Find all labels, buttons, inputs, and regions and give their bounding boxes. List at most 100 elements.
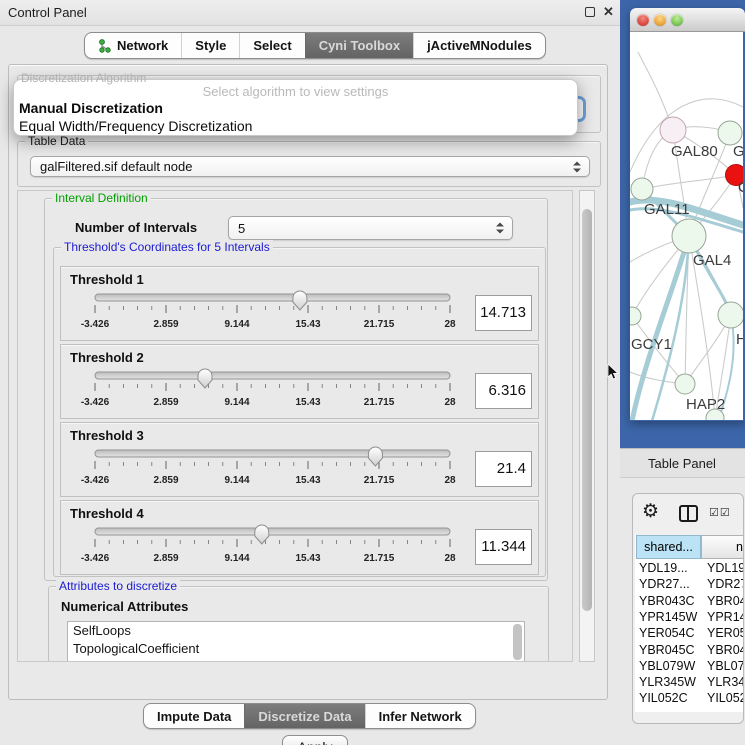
table-data-group-label: Table Data bbox=[25, 134, 88, 149]
settings-scrollbar-thumb[interactable] bbox=[582, 209, 592, 611]
threshold-panel-2: Threshold 26.316-3.4262.8599.14415.4321.… bbox=[60, 344, 539, 419]
table-row[interactable]: YDL19...YDL19... bbox=[636, 560, 744, 577]
algorithm-popup-placeholder: Select algorithm to view settings bbox=[14, 84, 577, 99]
tab-impute-data[interactable]: Impute Data bbox=[144, 704, 244, 728]
algorithm-option-1[interactable]: Manual Discretization bbox=[18, 99, 573, 117]
number-of-intervals-select[interactable]: 5 bbox=[228, 216, 513, 240]
threshold-panel-4: Threshold 411.344-3.4262.8599.14415.4321… bbox=[60, 500, 539, 575]
column-header-name[interactable]: name bbox=[701, 535, 744, 559]
table-row[interactable]: YBL079W YBL079W bbox=[636, 658, 744, 675]
control-panel-titlebar: Control Panel ✕ bbox=[0, 0, 620, 26]
tab-infer-network[interactable]: Infer Network bbox=[365, 704, 475, 728]
svg-text:15.43: 15.43 bbox=[295, 397, 320, 408]
network-node-pink[interactable] bbox=[660, 117, 686, 143]
svg-text:28: 28 bbox=[444, 553, 456, 564]
minimize-traffic-light[interactable] bbox=[654, 14, 666, 26]
algorithm-popup: Select algorithm to view settings Manual… bbox=[13, 79, 578, 136]
tab-label: Discretize Data bbox=[258, 709, 351, 724]
threshold-slider[interactable]: -3.4262.8599.14415.4321.71528 bbox=[61, 289, 540, 339]
network-window-titlebar[interactable] bbox=[630, 8, 745, 32]
interval-definition-label: Interval Definition bbox=[52, 191, 151, 206]
svg-text:21.715: 21.715 bbox=[364, 319, 395, 330]
cyni-toolbox-panel: Table Data galFiltered.sif default node … bbox=[8, 64, 608, 700]
attribute-item[interactable]: BetweennessCentrality bbox=[68, 658, 524, 662]
network-node-green[interactable] bbox=[675, 374, 695, 394]
table-row[interactable]: YBR043C YBR043C bbox=[636, 593, 744, 610]
table-row[interactable]: YDR27...YDR27... bbox=[636, 576, 744, 593]
split-columns-icon[interactable] bbox=[679, 505, 698, 522]
zoom-traffic-light[interactable] bbox=[671, 14, 683, 26]
svg-text:28: 28 bbox=[444, 397, 456, 408]
network-node-green[interactable] bbox=[718, 302, 743, 328]
threshold-label: Threshold 1 bbox=[70, 272, 144, 287]
svg-text:9.144: 9.144 bbox=[224, 475, 249, 486]
node-label: HAP2 bbox=[686, 396, 725, 413]
network-node-green[interactable] bbox=[631, 178, 653, 200]
threshold-slider[interactable]: -3.4262.8599.14415.4321.71528 bbox=[61, 523, 540, 573]
cell-shared-name: YBL079W bbox=[639, 659, 700, 673]
tab-label: Cyni Toolbox bbox=[319, 38, 400, 53]
table-row[interactable]: YIL052CYIL052C bbox=[636, 690, 744, 707]
svg-text:2.859: 2.859 bbox=[153, 553, 178, 564]
cell-name: YDL19... bbox=[707, 561, 744, 575]
svg-text:21.715: 21.715 bbox=[364, 475, 395, 486]
list-scrollbar[interactable] bbox=[513, 624, 522, 660]
tab-label: Style bbox=[195, 38, 226, 53]
tab-select[interactable]: Select bbox=[239, 33, 304, 58]
svg-text:2.859: 2.859 bbox=[153, 475, 178, 486]
svg-text:-3.426: -3.426 bbox=[81, 553, 110, 564]
tab-discretize-data[interactable]: Discretize Data bbox=[244, 704, 364, 728]
threshold-slider[interactable]: -3.426 2.859 9.144 15.43 21.715 28 bbox=[61, 445, 540, 495]
mouse-cursor bbox=[607, 364, 620, 383]
network-node-green[interactable] bbox=[672, 219, 706, 253]
node-label: GAL80 bbox=[671, 143, 718, 160]
attribute-item[interactable]: SelfLoops bbox=[68, 622, 524, 640]
network-node-green[interactable] bbox=[718, 121, 742, 145]
settings-scrollbar[interactable] bbox=[579, 190, 595, 662]
close-icon[interactable]: ✕ bbox=[603, 4, 614, 20]
cell-name: YBL079W bbox=[707, 659, 744, 673]
numerical-attributes-list[interactable]: SelfLoopsTopologicalCoefficientBetweenne… bbox=[67, 621, 525, 662]
table-data-select[interactable]: galFiltered.sif default node bbox=[30, 156, 590, 177]
svg-text:28: 28 bbox=[444, 475, 456, 486]
node-label: GAL11 bbox=[644, 201, 690, 218]
close-traffic-light[interactable] bbox=[637, 14, 649, 26]
number-of-intervals-value: 5 bbox=[238, 221, 245, 236]
column-header-shared-name[interactable]: shared... bbox=[636, 535, 701, 559]
tab-style[interactable]: Style bbox=[181, 33, 239, 58]
cell-shared-name: YBR043C bbox=[639, 594, 700, 608]
network-window[interactable]: GAL80GCGAL11GAL4GCY1HHAP2 bbox=[630, 8, 745, 421]
tab-label: Infer Network bbox=[379, 709, 462, 724]
thresholds-group-label: Threshold's Coordinates for 5 Intervals bbox=[61, 240, 273, 255]
table-row[interactable]: YER054CYER054C bbox=[636, 625, 744, 642]
network-icon bbox=[98, 39, 111, 53]
float-window-icon[interactable] bbox=[585, 7, 595, 17]
cell-name: YLR345W bbox=[707, 675, 744, 689]
tab-jactivemnodules[interactable]: jActiveMNodules bbox=[413, 33, 545, 58]
panel-title: Control Panel bbox=[8, 5, 87, 20]
table-row[interactable]: YBR045CYBR045C bbox=[636, 642, 744, 659]
network-edge bbox=[642, 175, 736, 189]
attributes-group: Attributes to discretize Numerical Attri… bbox=[48, 586, 549, 662]
threshold-slider[interactable]: -3.4262.8599.14415.4321.71528 bbox=[61, 367, 540, 417]
thresholds-group: Threshold's Coordinates for 5 Intervals … bbox=[53, 247, 546, 577]
table-row[interactable]: YPR145WYPR145W bbox=[636, 609, 744, 626]
svg-text:15.43: 15.43 bbox=[295, 475, 320, 486]
attribute-item[interactable]: TopologicalCoefficient bbox=[68, 640, 524, 658]
network-canvas[interactable]: GAL80GCGAL11GAL4GCY1HHAP2 bbox=[630, 32, 743, 420]
algorithm-option-2[interactable]: Equal Width/Frequency Discretization bbox=[18, 117, 573, 135]
node-label: GCY1 bbox=[631, 336, 672, 353]
gear-icon[interactable]: ⚙ bbox=[642, 501, 659, 523]
svg-text:21.715: 21.715 bbox=[364, 397, 395, 408]
cell-name: YBR043C bbox=[707, 594, 744, 608]
tab-cyni-toolbox[interactable]: Cyni Toolbox bbox=[305, 33, 413, 58]
network-node-green[interactable] bbox=[630, 307, 641, 325]
node-label: H bbox=[736, 331, 743, 348]
table-row[interactable]: YLR345W YLR345W bbox=[636, 674, 744, 691]
cell-shared-name: YLR345W bbox=[639, 675, 700, 689]
svg-text:-3.426: -3.426 bbox=[81, 475, 110, 486]
apply-button[interactable]: Apply bbox=[282, 735, 348, 745]
tab-network[interactable]: Network bbox=[85, 33, 181, 58]
select-columns-checkboxes-icon[interactable]: ☑☑ bbox=[709, 506, 731, 519]
svg-text:15.43: 15.43 bbox=[295, 319, 320, 330]
